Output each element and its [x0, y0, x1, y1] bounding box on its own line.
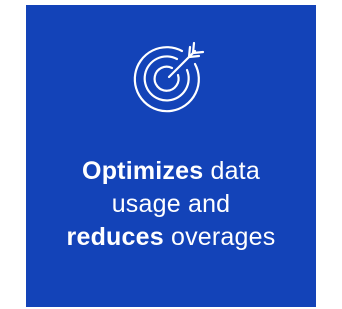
caption-text-overages: overages — [163, 223, 276, 251]
feature-tile: Optimizes data usage and reduces overage… — [26, 5, 316, 307]
caption-line-3: reduces overages — [26, 221, 316, 254]
caption-line-1: Optimizes data — [26, 155, 316, 188]
caption-bold-optimizes: Optimizes — [82, 157, 204, 185]
caption-line-2: usage and — [111, 190, 231, 218]
tile-caption: Optimizes data usage and reduces overage… — [26, 155, 316, 254]
target-with-arrow-icon — [129, 37, 209, 117]
caption-bold-reduces: reduces — [66, 223, 164, 251]
caption-text-data: data — [203, 157, 260, 185]
